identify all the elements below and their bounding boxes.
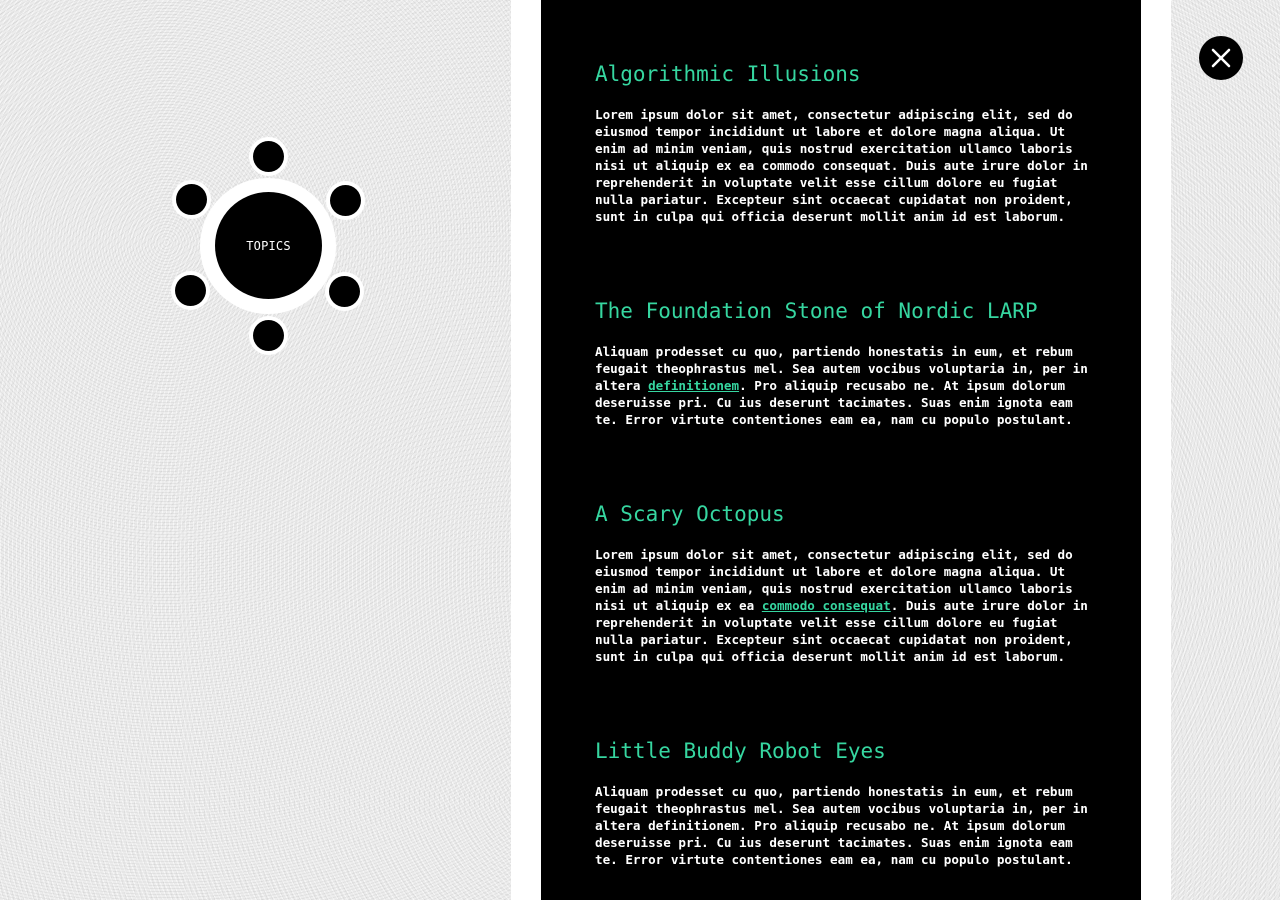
article: Little Buddy Robot Eyes Aliquam prodesse… (595, 737, 1095, 868)
article-link-definitionem[interactable]: definitionem (648, 378, 739, 393)
article: Algorithmic Illusions Lorem ipsum dolor … (595, 60, 1095, 225)
article-body: Aliquam prodesset cu quo, partiendo hone… (595, 343, 1095, 428)
topic-node-bottom[interactable] (253, 320, 284, 351)
article-panel[interactable]: Algorithmic Illusions Lorem ipsum dolor … (541, 0, 1141, 900)
article: A Scary Octopus Lorem ipsum dolor sit am… (595, 500, 1095, 665)
topics-menu: TOPICS (172, 138, 364, 354)
article-link-commodo-consequat[interactable]: commodo consequat (762, 598, 891, 613)
article-text: Lorem ipsum dolor sit amet, consectetur … (595, 107, 1088, 224)
article-title: A Scary Octopus (595, 502, 785, 526)
article: The Foundation Stone of Nordic LARP Aliq… (595, 297, 1095, 428)
close-button[interactable] (1199, 36, 1243, 80)
article-body: Lorem ipsum dolor sit amet, consectetur … (595, 546, 1095, 665)
article-text: Aliquam prodesset cu quo, partiendo hone… (595, 784, 1088, 867)
article-title: Algorithmic Illusions (595, 62, 861, 86)
topic-node-lower-right[interactable] (329, 276, 360, 307)
article-title: Little Buddy Robot Eyes (595, 739, 886, 763)
topic-node-upper-right[interactable] (330, 185, 361, 216)
topics-hub-button[interactable]: TOPICS (215, 192, 322, 299)
topic-node-lower-left[interactable] (175, 275, 206, 306)
article-title: The Foundation Stone of Nordic LARP (595, 299, 1038, 323)
panel-left-edge (511, 0, 541, 900)
topics-hub-label: TOPICS (246, 238, 291, 253)
topic-node-upper-left[interactable] (176, 184, 207, 215)
close-icon (1211, 48, 1231, 68)
panel-right-edge (1141, 0, 1171, 900)
article-body: Aliquam prodesset cu quo, partiendo hone… (595, 783, 1095, 868)
article-body: Lorem ipsum dolor sit amet, consectetur … (595, 106, 1095, 225)
topic-node-top[interactable] (253, 141, 284, 172)
